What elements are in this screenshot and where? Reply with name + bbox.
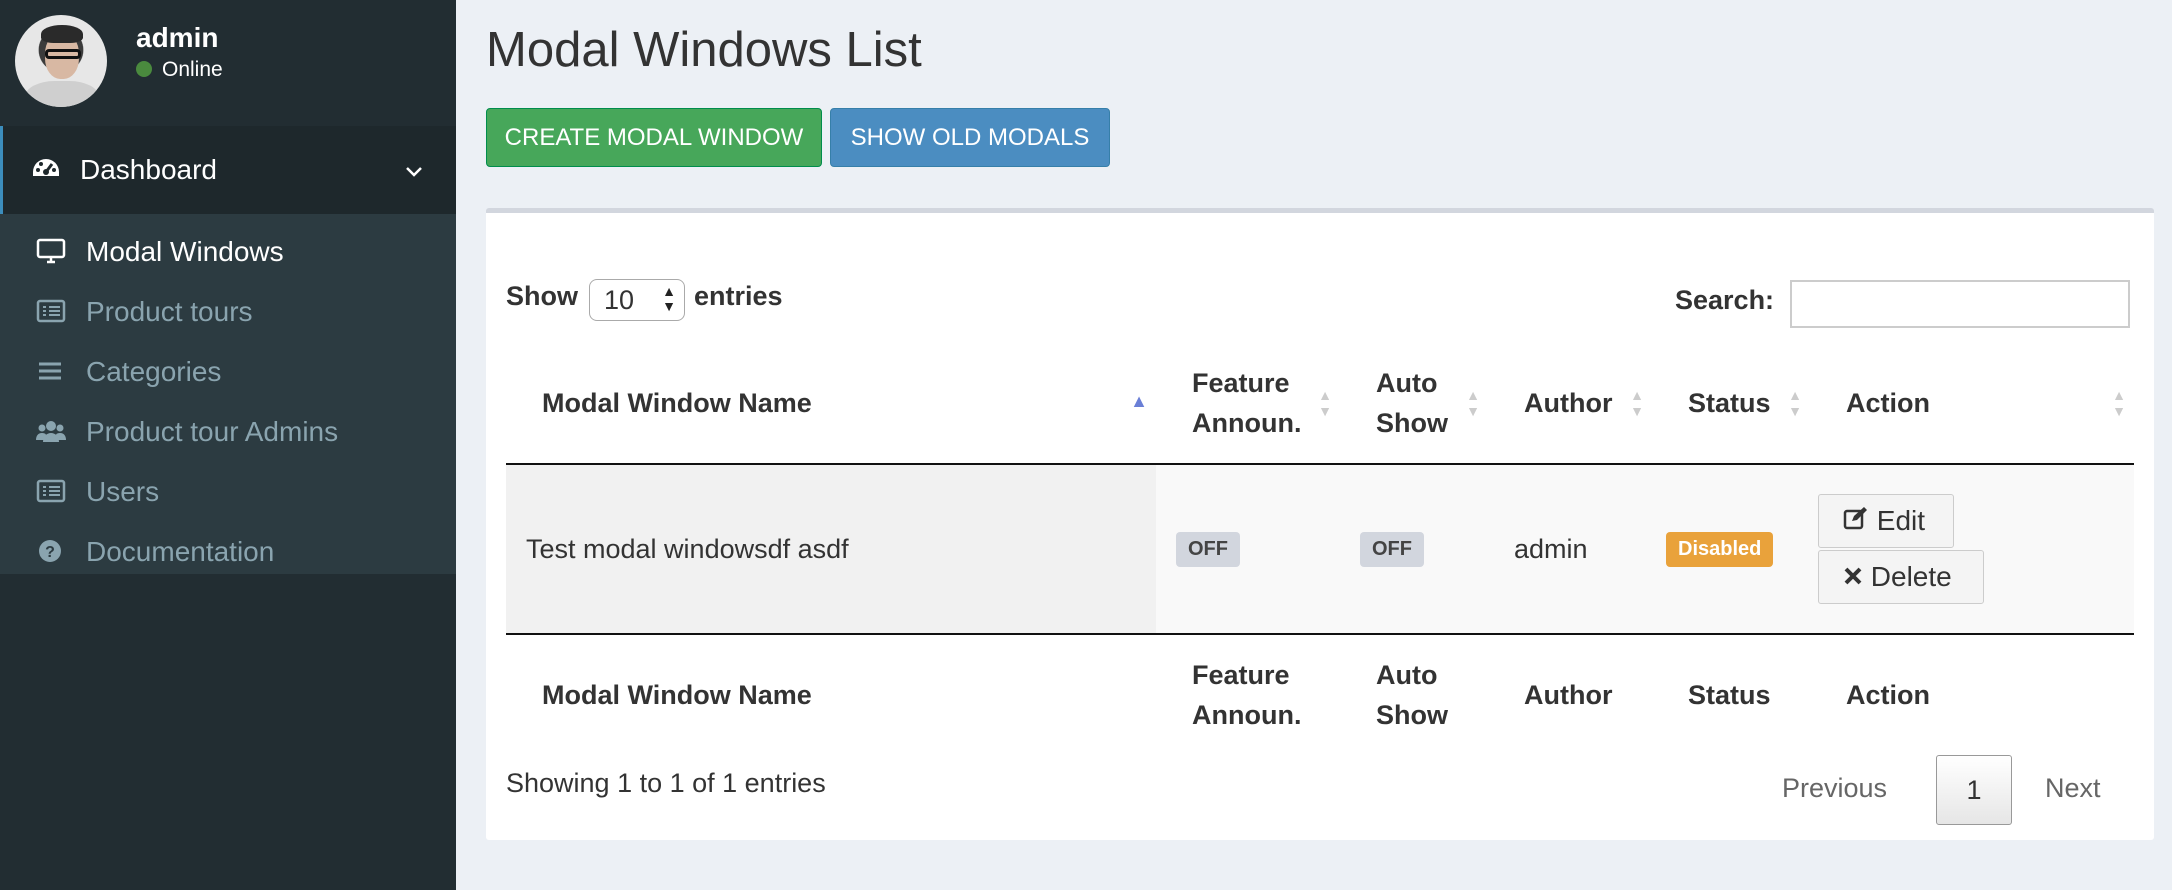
cell-auto-show: OFF <box>1340 464 1488 634</box>
search-input[interactable] <box>1790 280 2130 328</box>
footer-action: Action <box>1810 633 2134 755</box>
select-arrows-icon: ▲ ▼ <box>662 283 676 314</box>
list-alt-icon <box>36 298 66 324</box>
user-panel: admin Online <box>0 0 456 126</box>
sidebar-item-modal-windows[interactable]: Modal Windows <box>0 222 456 282</box>
bars-icon <box>36 358 66 384</box>
sidebar-item-product-tour-admins[interactable]: Product tour Admins <box>0 402 456 462</box>
length-suffix: entries <box>694 281 783 311</box>
desktop-icon <box>36 238 66 264</box>
question-circle-icon: ? <box>36 538 66 564</box>
cell-status: Disabled <box>1652 464 1810 634</box>
modal-windows-box: Show 10 ▲ ▼ entries Search: Modal Window … <box>486 208 2154 840</box>
sort-icon: ▲ ▼ <box>1788 387 1802 419</box>
cell-action: Edit Delete <box>1810 464 2134 634</box>
sort-icon: ▲ ▼ <box>1318 387 1332 419</box>
sidebar-submenu: Modal Windows Product tours Categories P… <box>0 214 456 574</box>
cell-name: Test modal windowsdf asdf <box>506 464 1156 634</box>
column-header-feature[interactable]: Feature Announ. ▲ ▼ <box>1156 343 1340 465</box>
sidebar-item-dashboard[interactable]: Dashboard <box>0 126 456 214</box>
sidebar-item-categories[interactable]: Categories <box>0 342 456 402</box>
sidebar-item-label: Users <box>86 476 160 507</box>
sort-icon: ▲ ▼ <box>1630 387 1644 419</box>
sort-asc-icon: ▲ <box>1130 391 1148 411</box>
footer-status: Status <box>1652 633 1810 755</box>
dashboard-icon <box>31 156 61 189</box>
sidebar-item-label: Documentation <box>86 536 275 567</box>
footer-name: Modal Window Name <box>506 633 1156 755</box>
modal-windows-table: Modal Window Name ▲ Feature Announ. ▲ ▼ Aut… <box>506 343 2134 755</box>
online-status-icon <box>136 61 152 77</box>
length-prefix: Show <box>506 281 578 311</box>
sidebar: admin Online Dashboard Modal Windows Pro… <box>0 0 456 890</box>
sidebar-item-product-tours[interactable]: Product tours <box>0 282 456 342</box>
sidebar-item-users[interactable]: Users <box>0 462 456 522</box>
edit-icon <box>1843 505 1869 536</box>
edit-label: Edit <box>1876 505 1926 536</box>
status-badge: Disabled <box>1666 532 1774 567</box>
column-header-label: Feature Announ. <box>1192 368 1302 438</box>
footer-auto-show: Auto Show <box>1340 633 1488 755</box>
sidebar-item-label: Dashboard <box>80 154 217 185</box>
auto-show-off-badge: OFF <box>1360 532 1424 567</box>
column-header-label: Action <box>1846 388 1930 418</box>
delete-label: Delete <box>1870 561 1952 592</box>
svg-text:?: ? <box>45 544 55 561</box>
column-header-status[interactable]: Status ▲ ▼ <box>1652 343 1810 465</box>
column-header-label: Author <box>1524 388 1613 418</box>
pagination-next[interactable]: Next <box>2045 773 2101 804</box>
sort-icon: ▲ ▼ <box>1466 387 1480 419</box>
pagination-page-1[interactable]: 1 <box>1936 755 2012 825</box>
entries-per-page-select[interactable]: 10 ▲ ▼ <box>589 279 685 321</box>
column-header-auto-show[interactable]: Auto Show ▲ ▼ <box>1340 343 1488 465</box>
footer-feature: Feature Announ. <box>1156 633 1340 755</box>
search-label: Search: <box>1675 285 1775 315</box>
cell-feature: OFF <box>1156 464 1340 634</box>
sidebar-item-label: Categories <box>86 356 222 387</box>
close-icon <box>1843 561 1863 592</box>
sidebar-item-documentation[interactable]: ? Documentation <box>0 522 456 582</box>
sidebar-item-label: Modal Windows <box>86 236 284 267</box>
column-header-label: Modal Window Name <box>542 388 812 418</box>
column-header-author[interactable]: Author ▲ ▼ <box>1488 343 1652 465</box>
chevron-down-icon <box>404 156 424 188</box>
column-header-action[interactable]: Action ▲ ▼ <box>1810 343 2134 465</box>
entries-per-page-value: 10 <box>604 285 635 315</box>
sidebar-item-label: Product tour Admins <box>86 416 339 447</box>
user-name: admin <box>136 22 219 53</box>
column-header-label: Status <box>1688 388 1771 418</box>
column-header-name[interactable]: Modal Window Name ▲ <box>506 343 1156 465</box>
table-row: Test modal windowsdf asdf OFF OFF admin … <box>506 464 2134 634</box>
sidebar-item-label: Product tours <box>86 296 253 327</box>
delete-button[interactable]: Delete <box>1818 550 1984 604</box>
users-icon <box>36 418 66 444</box>
list-alt-icon <box>36 478 66 504</box>
avatar <box>15 15 107 107</box>
show-old-modals-button[interactable]: SHOW OLD MODALS <box>830 108 1110 167</box>
pagination-previous[interactable]: Previous <box>1782 773 1887 804</box>
user-status: Online <box>136 58 223 82</box>
create-modal-window-button[interactable]: CREATE MODAL WINDOW <box>486 108 822 167</box>
sort-icon: ▲ ▼ <box>2112 387 2126 419</box>
page-title: Modal Windows List <box>486 23 922 77</box>
table-info: Showing 1 to 1 of 1 entries <box>506 768 826 798</box>
cell-author: admin <box>1488 464 1652 634</box>
edit-button[interactable]: Edit <box>1818 494 1954 548</box>
footer-author: Author <box>1488 633 1652 755</box>
user-status-text: Online <box>162 58 223 81</box>
feature-off-badge: OFF <box>1176 532 1240 567</box>
